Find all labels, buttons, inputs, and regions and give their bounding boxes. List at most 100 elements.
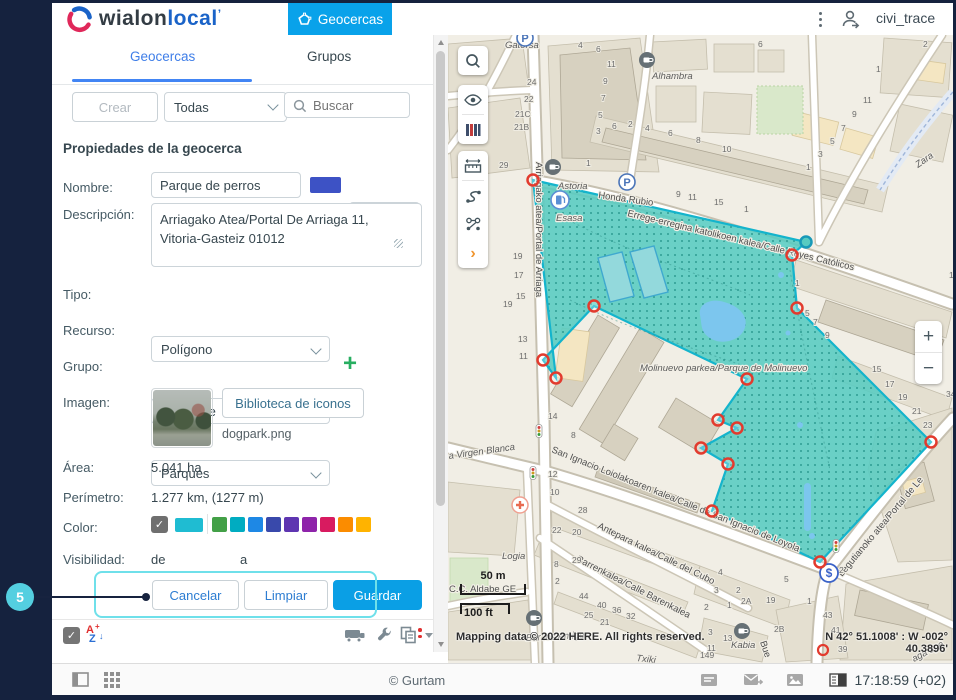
palette-color[interactable] — [356, 517, 371, 532]
polygon-vertex[interactable] — [815, 557, 826, 568]
collapse-caret-icon[interactable] — [425, 633, 433, 638]
copyright: © Gurtam — [352, 673, 482, 688]
user-icon[interactable] — [840, 9, 862, 29]
apps-grid-icon[interactable] — [104, 672, 120, 688]
color-checkbox[interactable]: ✓ — [151, 516, 168, 533]
house-number: 19 — [898, 392, 908, 402]
create-button[interactable]: Crear — [72, 92, 158, 122]
house-number: 32 — [626, 611, 636, 621]
park-photo — [153, 390, 211, 446]
type-select[interactable]: Polígono — [151, 336, 330, 362]
divider — [52, 619, 433, 620]
wialon-logo: wialonlocalʼ — [66, 5, 222, 33]
polygon-vertex[interactable] — [696, 443, 707, 454]
house-number: 16 — [949, 270, 953, 280]
more-menu-icon[interactable] — [812, 9, 828, 29]
map-tool-controls: › — [458, 151, 488, 268]
polygon-vertex[interactable] — [707, 506, 718, 517]
map-canvas[interactable]: GatorsaAlhambraAstoriaEsasaHonda RubioEr… — [448, 35, 953, 663]
divider — [207, 514, 208, 534]
save-button[interactable]: Guardar — [333, 580, 422, 610]
copy-icon[interactable] — [400, 626, 417, 644]
map-attribution: Mapping data © 2022 HERE. All rights res… — [456, 631, 705, 643]
polygon-vertex[interactable] — [792, 303, 803, 314]
polygon-vertex[interactable] — [732, 423, 743, 434]
filter-select[interactable]: Todas — [164, 92, 287, 122]
map-label: Esasa — [556, 213, 582, 224]
palette-color[interactable] — [320, 517, 335, 532]
panel-layout-icon[interactable] — [72, 672, 89, 687]
svg-text:$: $ — [826, 566, 833, 580]
resize-handle[interactable] — [394, 239, 403, 248]
username[interactable]: civi_trace — [876, 10, 935, 26]
image-icon[interactable] — [786, 673, 804, 687]
svg-text:P: P — [623, 177, 630, 189]
tab-geocercas[interactable]: Geocercas — [130, 49, 195, 64]
cancel-button[interactable]: Cancelar — [152, 580, 239, 610]
color-label: Color: — [63, 520, 98, 535]
house-number: 34 — [946, 389, 953, 399]
description-textarea[interactable]: Arriagako Atea/Portal De Arriaga 11, Vit… — [151, 203, 422, 267]
palette-color[interactable] — [230, 517, 245, 532]
add-group-icon[interactable]: + — [343, 350, 357, 378]
palette-color[interactable] — [266, 517, 281, 532]
polygon-vertex[interactable] — [538, 355, 549, 366]
sort-az-icon[interactable]: A+ Z↓ — [86, 624, 108, 646]
mail-icon[interactable] — [743, 673, 763, 687]
zoom-out-button[interactable]: − — [915, 353, 942, 384]
house-number: 8 — [571, 430, 576, 440]
route-button[interactable] — [458, 181, 488, 210]
house-number: 36 — [612, 605, 622, 615]
palette-color[interactable] — [338, 517, 353, 532]
palette-color[interactable] — [284, 517, 299, 532]
vertical-scrollbar[interactable] — [433, 35, 448, 652]
name-input[interactable] — [151, 172, 301, 198]
polygon-vertex[interactable] — [787, 250, 798, 261]
polygon-vertex[interactable] — [528, 175, 539, 186]
perimeter-label: Perímetro: — [63, 490, 124, 505]
layers-button[interactable] — [458, 115, 488, 144]
name-color-swatch[interactable] — [310, 177, 341, 193]
polygon-vertex[interactable] — [551, 373, 562, 384]
palette-color[interactable] — [248, 517, 263, 532]
polygon-vertex[interactable] — [713, 415, 724, 426]
wrench-icon[interactable] — [375, 626, 393, 644]
ruler-button[interactable] — [458, 151, 488, 180]
polygon-vertex[interactable] — [926, 437, 937, 448]
palette-color[interactable] — [302, 517, 317, 532]
select-all-checkbox[interactable]: ✓ — [63, 627, 80, 644]
house-number: 7 — [813, 317, 818, 327]
palette-color[interactable] — [212, 517, 227, 532]
polygon-vertex[interactable] — [742, 374, 753, 385]
icon-library-button[interactable]: Biblioteca de iconos — [222, 388, 364, 418]
map-label: Kabia — [731, 640, 755, 651]
polygon-vertex[interactable] — [723, 459, 734, 470]
notes-icon[interactable] — [700, 673, 718, 687]
more-red-dots-icon[interactable] — [418, 628, 422, 638]
polygon-vertex[interactable] — [589, 301, 600, 312]
polygon-vertex-active[interactable] — [801, 237, 812, 248]
search-box[interactable] — [284, 92, 412, 120]
geofences-app-tab[interactable]: Geocercas — [288, 3, 392, 35]
nodes-button[interactable] — [458, 210, 488, 239]
house-number: 40 — [597, 600, 607, 610]
expand-chevron-button[interactable]: › — [458, 239, 488, 268]
svg-text:P: P — [521, 35, 528, 45]
units-icon[interactable] — [344, 627, 366, 644]
zoom-in-button[interactable]: + — [915, 321, 942, 352]
map-search-control — [458, 46, 488, 75]
tab-grupos[interactable]: Grupos — [307, 49, 351, 64]
house-number: 19 — [503, 299, 513, 309]
clear-button[interactable]: Limpiar — [244, 580, 328, 610]
house-number: 21B — [514, 122, 529, 132]
chevron-down-icon — [310, 467, 321, 478]
map-search-button[interactable] — [458, 46, 488, 75]
perimeter-value: 1.277 km, (1277 m) — [151, 490, 264, 505]
house-number: 3 — [714, 585, 719, 595]
visibility-eye-button[interactable] — [458, 85, 488, 114]
vscroll-thumb[interactable] — [436, 51, 445, 506]
split-panel-icon[interactable] — [829, 673, 847, 687]
house-number: 2 — [704, 602, 709, 612]
selected-color-swatch[interactable] — [175, 518, 203, 532]
geofence-image-thumbnail[interactable] — [151, 388, 213, 448]
